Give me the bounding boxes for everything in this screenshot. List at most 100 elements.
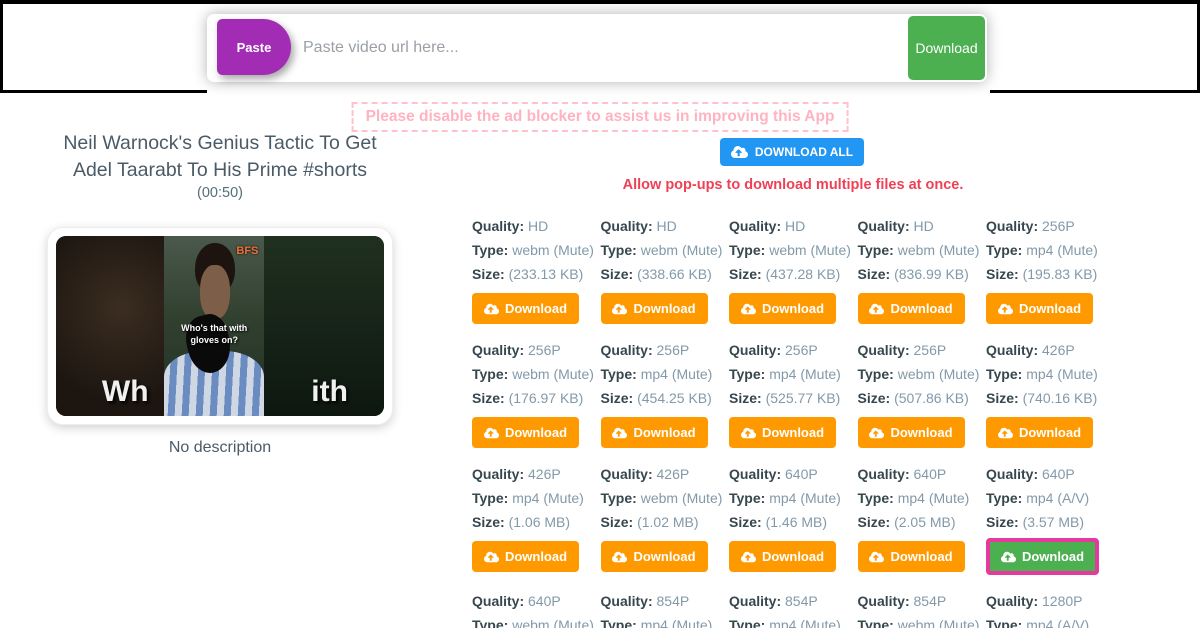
quality: Quality: 854P: [601, 589, 730, 613]
download-button[interactable]: Download: [729, 541, 836, 572]
video-duration: (00:50): [197, 185, 243, 201]
quality-label: Quality:: [472, 342, 525, 358]
bfs-watermark: BFS: [236, 245, 259, 257]
type-value: webm (Mute): [897, 242, 980, 258]
cloud-download-icon: [1000, 551, 1016, 563]
type-label: Type:: [600, 242, 637, 258]
type-label: Type:: [857, 366, 894, 382]
size: Size: (507.86 KB): [858, 386, 987, 410]
quality-label: Quality:: [600, 466, 653, 482]
quality-label: Quality:: [600, 342, 653, 358]
size: Size: (1.06 MB): [472, 510, 601, 534]
type: Type: webm (Mute): [858, 613, 987, 628]
download-button-label: Download: [633, 301, 696, 316]
person-face: [200, 264, 230, 319]
type-label: Type:: [857, 490, 894, 506]
quality: Quality: 256P: [858, 338, 987, 362]
download-button[interactable]: Download: [729, 293, 836, 324]
download-option: Quality: 640P Type: mp4 (Mute) Size: (1.46…: [729, 462, 858, 575]
size: Size: (233.13 KB): [472, 262, 601, 286]
size-value: (2.05 MB): [894, 514, 956, 530]
size: Size: (437.28 KB): [729, 262, 858, 286]
download-button[interactable]: Download: [472, 293, 579, 324]
quality-value: 426P: [528, 466, 561, 482]
download-button[interactable]: Download: [857, 417, 965, 448]
quality: Quality: 1280P: [986, 589, 1115, 613]
download-button[interactable]: Download: [729, 417, 836, 448]
download-option: Quality: 426P Type: mp4 (Mute) Size: (740.…: [986, 338, 1115, 448]
type-value: webm (Mute): [897, 366, 980, 382]
download-all-button[interactable]: DOWNLOAD ALL: [720, 138, 864, 166]
quality-label: Quality:: [857, 218, 910, 234]
size-value: (454.25 KB): [637, 390, 712, 406]
quality: Quality: HD: [729, 214, 858, 238]
quality-value: 854P: [785, 593, 818, 609]
size-label: Size:: [472, 390, 505, 406]
download-button-label: Download: [761, 549, 825, 564]
cloud-download-icon: [997, 427, 1013, 439]
paste-button[interactable]: Paste: [217, 19, 291, 75]
download-button[interactable]: Download: [600, 417, 708, 448]
size-value: (836.99 KB): [894, 266, 969, 282]
download-button[interactable]: Download: [600, 293, 708, 324]
quality-value: 640P: [785, 466, 818, 482]
quality-label: Quality:: [986, 593, 1039, 609]
type-label: Type:: [729, 242, 766, 258]
quality-value: 256P: [528, 342, 561, 358]
download-button[interactable]: Download: [986, 417, 1093, 448]
type-value: mp4 (Mute): [640, 366, 713, 382]
quality-value: 256P: [1042, 218, 1075, 234]
video-thumbnail[interactable]: BFS Who's that with gloves on? Wh ith: [56, 236, 384, 416]
download-option: Quality: 854P Type: webm (Mute): [858, 589, 987, 628]
quality: Quality: HD: [472, 214, 601, 238]
type: Type: mp4 (Mute): [601, 362, 730, 386]
cloud-download-icon: [483, 303, 499, 314]
download-button-label: Download: [1018, 425, 1082, 440]
size-value: (233.13 KB): [508, 266, 584, 282]
download-option: Quality: 426P Type: webm (Mute) Size: (1.0…: [600, 462, 730, 575]
size-label: Size:: [472, 266, 505, 282]
download-button-label: Download: [761, 301, 825, 316]
download-button-label: Download: [504, 549, 568, 564]
download-option: Quality: 426P Type: mp4 (Mute) Size: (1.06…: [472, 462, 601, 575]
download-option: Quality: 1280P Type: mp4 (A/V): [986, 589, 1115, 628]
quality: Quality: 640P: [986, 462, 1115, 486]
type-label: Type:: [600, 366, 637, 382]
size-label: Size:: [857, 390, 891, 406]
download-all-label: DOWNLOAD ALL: [754, 145, 854, 159]
download-button[interactable]: Download: [857, 293, 965, 324]
quality-label: Quality:: [986, 342, 1039, 358]
download-option: Quality: 256P Type: webm (Mute) Size: (176…: [472, 338, 601, 448]
type: Type: mp4 (A/V): [986, 613, 1115, 628]
quality: Quality: 256P: [472, 338, 601, 362]
size: Size: (176.97 KB): [472, 386, 601, 410]
download-button-label: Download: [1021, 549, 1085, 564]
download-button-highlighted[interactable]: Download: [986, 538, 1099, 575]
quality: Quality: 640P: [472, 589, 601, 613]
cloud-download-icon: [740, 551, 756, 563]
quality: Quality: 426P: [601, 462, 730, 486]
download-button[interactable]: Download: [600, 541, 708, 572]
size-label: Size:: [729, 266, 762, 282]
cloud-download-icon: [612, 551, 628, 562]
type-value: mp4 (Mute): [1026, 242, 1098, 258]
video-url-input[interactable]: [303, 14, 903, 82]
quality-label: Quality:: [600, 218, 653, 234]
download-button[interactable]: Download: [472, 541, 579, 572]
quality-value: 256P: [785, 342, 818, 358]
download-button-label: Download: [890, 425, 953, 440]
quality-label: Quality:: [472, 218, 525, 234]
type-label: Type:: [472, 366, 509, 382]
subtitle-fragment-right: ith: [311, 374, 348, 408]
download-button[interactable]: Download: [986, 293, 1093, 324]
size-value: (1.06 MB): [508, 514, 571, 530]
download-button[interactable]: Download: [472, 417, 579, 448]
download-button[interactable]: Download: [857, 541, 965, 572]
download-button-main[interactable]: Download: [908, 16, 985, 80]
quality-value: HD: [528, 218, 549, 234]
download-option: Quality: 256P Type: mp4 (Mute) Size: (454.…: [600, 338, 730, 448]
size-label: Size:: [857, 266, 891, 282]
type-value: webm (Mute): [769, 242, 851, 258]
cloud-download-icon: [1000, 551, 1016, 562]
quality-value: 640P: [913, 466, 947, 482]
